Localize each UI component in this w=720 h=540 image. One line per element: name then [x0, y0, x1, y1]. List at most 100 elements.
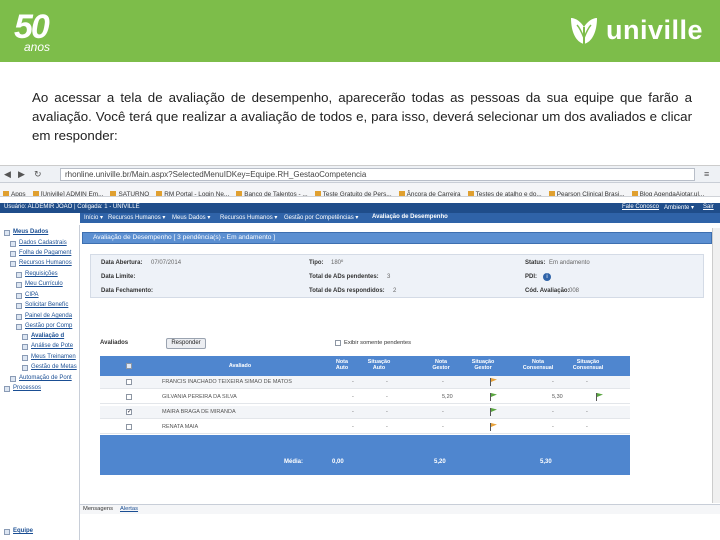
bookmark-item[interactable]: Testes de atalho e do...	[465, 188, 546, 196]
ambiente-menu[interactable]: Ambiente ▾	[664, 204, 694, 211]
select-all-checkbox[interactable]	[126, 363, 132, 369]
bookmark-item[interactable]: Apps	[0, 188, 30, 196]
table-row[interactable]: FRANCIS INACHADO TEIXEIRA SIMAO DE MATOS…	[100, 376, 630, 389]
sair-link[interactable]: Sair	[703, 204, 714, 210]
url-input[interactable]: rhonline.univille.br/Main.aspx?SelectedM…	[60, 168, 695, 181]
back-icon[interactable]: ◀	[4, 169, 11, 180]
col-situacao-gestor: Situação Gestor	[471, 359, 495, 371]
tree-node-icon	[16, 314, 22, 320]
main-content: Avaliação de Desempenho [ 3 pendência(s)…	[82, 228, 712, 508]
bookmark-item[interactable]: Âncora de Carreira	[396, 188, 465, 197]
nota-auto: -	[352, 379, 354, 385]
menu-item[interactable]: Meus Dados ▾	[172, 214, 210, 221]
cod-avaliacao-value: 008	[569, 288, 580, 294]
bookmark-icon	[3, 191, 9, 196]
bookmark-item[interactable]: Banco de Talentos - ...	[233, 188, 311, 197]
bookmark-item[interactable]: Blog AgendaAjotar.ul...	[629, 188, 709, 197]
menu-icon[interactable]: ≡	[704, 169, 709, 179]
tree-item[interactable]: CIPA	[25, 292, 39, 298]
col-nota-consensual: Nota Consensual	[522, 359, 554, 371]
bookmarks-bar: Apps [Univille] ADMIN Em... SATURNO RM Port…	[0, 183, 720, 197]
bookmark-item[interactable]: [Univille] ADMIN Em...	[30, 188, 108, 196]
menu-item[interactable]: Gestão por Competências ▾	[284, 214, 358, 221]
tree-item[interactable]: Meus Dados	[13, 229, 48, 235]
forward-icon[interactable]: ▶	[18, 169, 25, 180]
menu-item[interactable]: Recursos Humanos ▾	[220, 214, 277, 221]
row-checkbox[interactable]	[126, 379, 132, 385]
row-checkbox[interactable]	[126, 424, 132, 430]
bookmark-icon	[398, 191, 405, 196]
col-situacao-consensual: Situação Consensual	[572, 359, 604, 371]
tree-item[interactable]: Gestão por Comp	[25, 323, 72, 329]
table-row[interactable]: MAIRA BRAGA DE MIRANDA - - - - -	[100, 406, 630, 419]
avaliado-name: FRANCIS INACHADO TEIXEIRA SIMAO DE MATOS	[162, 379, 292, 385]
flag-gestor-icon	[490, 423, 497, 431]
menu-item[interactable]: Avaliação de Desempenho	[372, 214, 448, 220]
tab-alertas[interactable]: Alertas	[120, 506, 138, 512]
bookmark-item[interactable]: Pearson Clinical Brasi...	[546, 188, 629, 197]
scrollbar[interactable]	[712, 228, 720, 503]
tree-node-icon	[22, 334, 28, 340]
user-info: Usuário: ALDEMIR JOÃO | Coligada: 1 - UN…	[4, 204, 140, 210]
browser-screenshot: ◀ ▶ ↻ rhonline.univille.br/Main.aspx?Sel…	[0, 165, 720, 540]
tree-node-icon	[10, 376, 16, 382]
bookmark-icon	[32, 191, 39, 196]
tree-item[interactable]: Avaliação d	[31, 333, 64, 339]
nota-consensual: -	[552, 409, 554, 415]
tree-item[interactable]: Painel de Agenda	[25, 313, 72, 319]
row-checkbox[interactable]	[126, 409, 132, 415]
situacao-consensual: -	[586, 424, 588, 430]
univille-logo: univille	[568, 12, 708, 50]
only-pending-checkbox[interactable]	[335, 340, 341, 346]
tree-item[interactable]: Análise de Pote	[31, 343, 73, 349]
nota-gestor: -	[442, 409, 444, 415]
tipo-value: 180º	[331, 260, 344, 266]
tree-item[interactable]: Dados Cadastrais	[19, 240, 67, 246]
bookmark-label: Banco de Talentos - ...	[244, 191, 308, 197]
status-value: Em andamento	[549, 260, 590, 266]
bookmark-icon	[236, 191, 243, 196]
col-nota-auto: Nota Auto	[335, 359, 349, 371]
nota-gestor: -	[442, 424, 444, 430]
bookmark-label: Blog AgendaAjotar.ul...	[639, 191, 705, 197]
tree-item[interactable]: Requisições	[25, 271, 58, 277]
bookmark-label: Pearson Clinical Brasi...	[556, 191, 625, 197]
menu-item[interactable]: Início ▾	[84, 214, 103, 221]
bookmark-item[interactable]: Teste Gratuito de Pers...	[312, 188, 396, 197]
tab-mensagens[interactable]: Mensagens	[83, 506, 113, 512]
nota-consensual: 5,30	[552, 394, 563, 400]
menu-item[interactable]: Recursos Humanos ▾	[108, 214, 165, 221]
bookmark-icon	[156, 191, 163, 196]
table-row[interactable]: RENATA MAIA - - - - -	[100, 421, 630, 434]
bookmark-label: SATURNO	[118, 191, 150, 197]
total-respondidos-label: Total de ADs respondidos:	[309, 288, 385, 294]
row-checkbox[interactable]	[126, 394, 132, 400]
responder-button[interactable]: Responder	[166, 338, 206, 349]
table-row[interactable]: GILVANIA PEREIRA DA SILVA - - 5,20 5,30	[100, 391, 630, 404]
tree-node-icon	[22, 355, 28, 361]
tree-item[interactable]: Solicitar Benefíc	[25, 302, 68, 308]
bookmark-label: RM Portal - Login Ne...	[164, 191, 230, 197]
tree-item[interactable]: Meus Treinamen	[31, 354, 76, 360]
bookmark-item[interactable]: RM Portal - Login Ne...	[153, 188, 233, 197]
bookmark-label: Âncora de Carreira	[406, 191, 461, 197]
situacao-auto: -	[386, 394, 388, 400]
tree-item[interactable]: Automação de Pont	[19, 375, 72, 381]
tree-item[interactable]: Equipe	[13, 528, 33, 534]
flag-consensual-icon	[596, 393, 603, 401]
tree-item[interactable]: Gestão de Metas	[31, 364, 77, 370]
tree-item[interactable]: Folha de Pagament	[19, 250, 71, 256]
tree-node-icon	[10, 261, 16, 267]
pdi-info-icon[interactable]: i	[543, 273, 551, 281]
tree-item[interactable]: Recursos Humanos	[19, 260, 72, 266]
bookmark-label: Teste Gratuito de Pers...	[322, 191, 392, 197]
tree-item[interactable]: Meu Currículo	[25, 281, 63, 287]
fale-conosco-link[interactable]: Fale Conosco	[622, 204, 659, 210]
situacao-auto: -	[386, 379, 388, 385]
reload-icon[interactable]: ↻	[34, 169, 42, 180]
bookmark-item[interactable]: SATURNO	[107, 188, 153, 197]
situacao-consensual: -	[586, 409, 588, 415]
tree-item[interactable]: Processos	[13, 385, 41, 391]
col-avaliado: Avaliado	[228, 363, 252, 369]
flag-gestor-icon	[490, 393, 497, 401]
